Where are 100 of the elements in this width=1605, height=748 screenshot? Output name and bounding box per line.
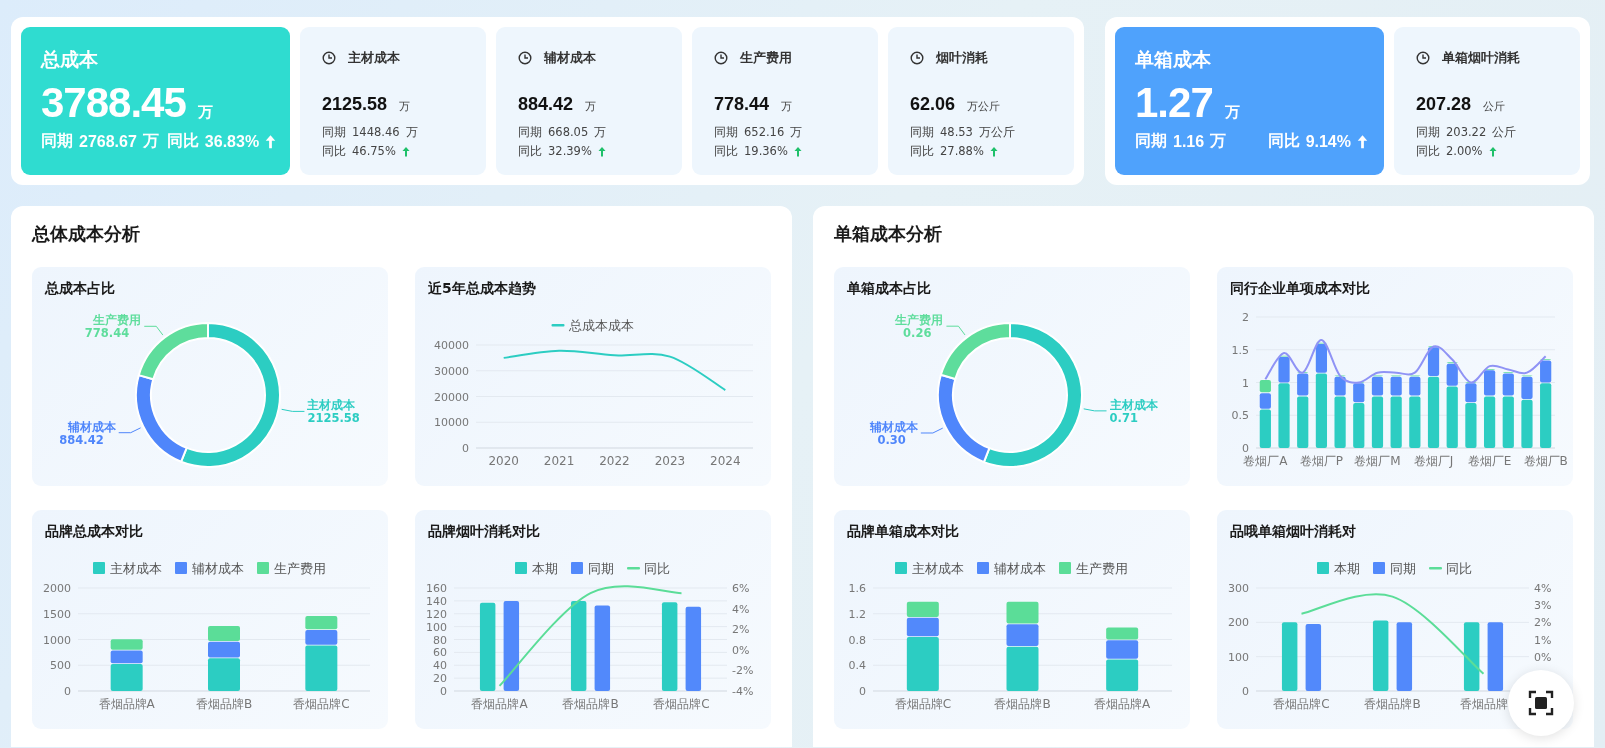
kpi-unit: 公斤 xyxy=(1483,99,1506,114)
axis-label: 卷烟厂E xyxy=(1467,454,1512,468)
kpi-unit: 万 xyxy=(197,103,213,122)
panel-title: 总体成本分析 xyxy=(32,222,141,246)
axis-label: 160 xyxy=(426,582,447,595)
axis-label: -2% xyxy=(732,664,754,678)
change-label: 同比 xyxy=(166,131,199,151)
axis-label: 1500 xyxy=(43,607,71,621)
axis-label: 卷烟厂A xyxy=(1243,454,1288,468)
compare-value: 1.16 xyxy=(1173,132,1205,151)
kpi-unit: 万 xyxy=(585,99,597,114)
axis-label: 3% xyxy=(1534,599,1552,613)
kpi-title: 主材成本 xyxy=(348,49,400,67)
axis-label: 2021 xyxy=(543,454,575,468)
axis-label: 2 xyxy=(1242,311,1249,324)
axis-label: 4% xyxy=(1534,582,1552,595)
legend-label: 主材成本 xyxy=(110,561,162,576)
legend-label: 同期 xyxy=(1390,561,1416,576)
kpi-value: 1.27 xyxy=(1135,79,1213,127)
axis-label: 1.6 xyxy=(848,582,866,595)
axis-label: 40000 xyxy=(434,339,469,352)
slice-name: 生产费用 xyxy=(93,313,142,328)
change-label: 同比 xyxy=(1416,143,1440,159)
axis-label: -4% xyxy=(732,685,754,698)
axis-label: 120 xyxy=(426,607,447,621)
legend-label: 总成本成本 xyxy=(568,318,634,333)
axis-label: 10000 xyxy=(434,416,469,430)
slice-value: 0.30 xyxy=(877,433,906,447)
axis-label: 卷烟厂B xyxy=(1523,454,1568,468)
axis-label: 1.5 xyxy=(1231,343,1249,357)
compare-unit: 万 xyxy=(1210,131,1227,151)
slice-name: 辅材成本 xyxy=(67,419,116,434)
axis-label: 0% xyxy=(1534,650,1552,664)
axis-label: 香烟品牌B xyxy=(195,697,253,711)
axis-label: 香烟品牌B xyxy=(994,697,1051,711)
change-label: 同比 xyxy=(1267,131,1300,151)
compare-unit: 公斤 xyxy=(1492,124,1517,140)
axis-label: 140 xyxy=(426,594,447,608)
axis-label: 1 xyxy=(1242,376,1249,390)
axis-label: 2% xyxy=(1534,616,1552,630)
compare-unit: 万 xyxy=(142,131,159,151)
legend-label: 本期 xyxy=(1334,561,1360,576)
chart-title: 同行企业单项成本对比 xyxy=(1229,279,1371,298)
legend-label: 主材成本 xyxy=(912,561,964,576)
kpi-title: 烟叶消耗 xyxy=(936,49,988,67)
kpi-value: 884.42 xyxy=(518,94,574,115)
axis-label: 香烟品牌A xyxy=(471,697,528,711)
kpi-value: 778.44 xyxy=(714,94,770,115)
slice-value: 884.42 xyxy=(59,432,104,447)
change-value: 19.36% xyxy=(744,144,788,158)
axis-label: 香烟品牌A xyxy=(1094,697,1151,711)
kpi-title: 单箱烟叶消耗 xyxy=(1442,49,1520,67)
axis-label: 0.5 xyxy=(1231,409,1249,423)
change-value: 32.39% xyxy=(548,144,592,158)
slice-value: 2125.58 xyxy=(307,411,360,426)
axis-label: 2023 xyxy=(654,454,686,468)
kpi-value: 62.06 xyxy=(910,94,956,115)
slice-value: 0.71 xyxy=(1109,410,1138,425)
axis-label: 香烟品牌C xyxy=(894,697,952,711)
axis-label: 香烟品牌C xyxy=(1273,697,1330,711)
compare-value: 2768.67 xyxy=(79,132,137,151)
chart-title: 品牌总成本对比 xyxy=(44,522,144,541)
axis-label: 0 xyxy=(462,442,469,455)
axis-label: 6% xyxy=(732,582,750,595)
compare-unit: 万公斤 xyxy=(978,124,1015,140)
axis-label: 香烟品牌C xyxy=(653,697,710,711)
axis-label: 0 xyxy=(859,685,866,698)
change-value: 2.00% xyxy=(1446,144,1483,158)
change-label: 同比 xyxy=(518,143,542,159)
chart-title: 品哦单箱烟叶消耗对 xyxy=(1229,522,1357,541)
kpi-value: 2125.58 xyxy=(322,94,388,115)
change-label: 同比 xyxy=(910,143,934,159)
axis-label: 卷烟厂P xyxy=(1299,454,1344,468)
compare-label: 同期 xyxy=(910,124,934,140)
axis-label: 0 xyxy=(1242,442,1249,455)
axis-label: 300 xyxy=(1228,582,1249,595)
axis-label: 20 xyxy=(433,672,447,686)
compare-value: 203.22 xyxy=(1446,125,1487,139)
panel-title: 单箱成本分析 xyxy=(834,222,943,246)
legend-label: 生产费用 xyxy=(274,561,326,576)
kpi-title: 生产费用 xyxy=(740,49,792,67)
axis-label: 2% xyxy=(732,623,750,637)
axis-label: 100 xyxy=(1228,650,1249,664)
slice-value: 0.26 xyxy=(903,326,932,341)
slice-value: 778.44 xyxy=(84,326,130,341)
chart-title: 品牌烟叶消耗对比 xyxy=(427,522,541,541)
legend-label: 同比 xyxy=(644,561,670,576)
kpi-value: 207.28 xyxy=(1416,94,1472,115)
compare-unit: 万 xyxy=(594,124,607,140)
axis-label: 卷烟厂J xyxy=(1413,454,1454,468)
legend-label: 辅材成本 xyxy=(192,561,244,576)
axis-label: 0% xyxy=(732,643,750,657)
compare-unit: 万 xyxy=(790,124,803,140)
axis-label: 2022 xyxy=(599,454,630,468)
axis-label: 2000 xyxy=(43,582,71,595)
chart-title: 品牌单箱成本对比 xyxy=(846,522,960,541)
axis-label: 60 xyxy=(433,646,447,660)
chart-title: 总成本占比 xyxy=(43,279,116,298)
change-value: 27.88% xyxy=(940,144,984,158)
axis-label: 2020 xyxy=(488,454,519,468)
